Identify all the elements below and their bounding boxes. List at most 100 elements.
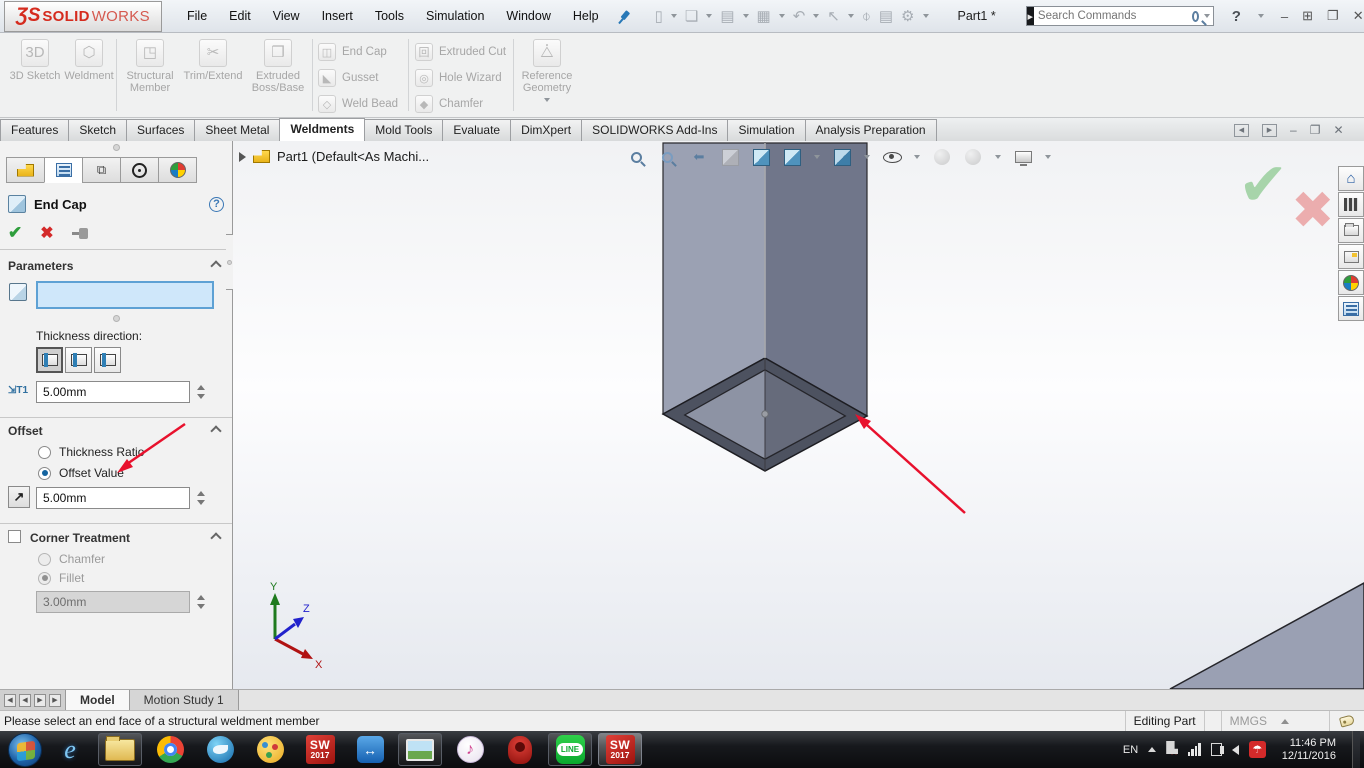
display-manager-tab[interactable]	[158, 157, 197, 183]
confirmation-corner-ok[interactable]: ✔	[1238, 155, 1288, 215]
select-icon[interactable]: ↖	[824, 7, 843, 25]
tab-simulation[interactable]: Simulation	[727, 119, 805, 141]
thickness-ratio-radio[interactable]	[38, 446, 51, 459]
spinner-down-icon[interactable]	[197, 500, 205, 505]
first-tab-icon[interactable]: ◀	[4, 694, 16, 707]
taskbar-internet-explorer[interactable]: e	[48, 733, 92, 766]
doc-minimize-button[interactable]: –	[1290, 123, 1297, 137]
language-indicator[interactable]: EN	[1123, 744, 1138, 756]
show-desktop-button[interactable]	[1352, 731, 1360, 768]
last-tab-icon[interactable]: ▶	[49, 694, 61, 707]
thickness-outward-button[interactable]	[94, 347, 121, 373]
spinner-down-icon[interactable]	[197, 394, 205, 399]
new-document-icon[interactable]: ▯	[652, 7, 666, 25]
maximize-button[interactable]: ⊞	[1302, 8, 1313, 24]
thickness-value-input[interactable]	[36, 381, 190, 403]
part-breadcrumb[interactable]: Part1 (Default<As Machi...	[277, 149, 429, 164]
mouse-gestures-icon[interactable]: ⌽	[859, 8, 874, 25]
corner-treatment-header[interactable]: Corner Treatment	[30, 531, 130, 545]
ribbon-extruded-cut-button[interactable]: 回Extruded Cut	[415, 41, 506, 63]
restore-button[interactable]: ❐	[1327, 8, 1339, 24]
clock[interactable]: 11:46 PM 12/11/2016	[1282, 737, 1336, 763]
tab-analysis-preparation[interactable]: Analysis Preparation	[805, 119, 937, 141]
open-document-icon[interactable]: ❏	[682, 7, 701, 25]
confirmation-corner-cancel[interactable]: ✖	[1291, 185, 1335, 237]
minimize-button[interactable]: –	[1281, 9, 1288, 24]
taskbar-red-app[interactable]	[498, 733, 542, 766]
open-dropdown-icon[interactable]	[706, 14, 712, 18]
offset-value-radio[interactable]	[38, 467, 51, 480]
tab-weldments[interactable]: Weldments	[279, 118, 365, 141]
taskbar-itunes[interactable]: ♪	[448, 733, 492, 766]
search-commands-box[interactable]: ▸	[1026, 6, 1214, 26]
spinner-up-icon[interactable]	[197, 385, 205, 390]
fillet-radio[interactable]	[38, 572, 51, 585]
dimxpert-manager-tab[interactable]	[120, 157, 159, 183]
thickness-both-button[interactable]	[65, 347, 92, 373]
search-scope-icon[interactable]: ▸	[1027, 7, 1034, 25]
view-orientation-button[interactable]	[780, 145, 804, 169]
display-style-button[interactable]	[830, 145, 854, 169]
offset-spinner[interactable]	[194, 487, 208, 509]
face-selection-listbox[interactable]	[36, 281, 214, 309]
ok-button[interactable]: ✔	[8, 223, 22, 243]
cancel-button[interactable]: ✖	[40, 223, 53, 243]
help-icon[interactable]: ?	[209, 197, 224, 212]
pin-menu-icon[interactable]	[615, 8, 632, 25]
device-status-icon[interactable]: ✕	[1166, 741, 1178, 758]
menu-tools[interactable]: Tools	[366, 5, 413, 27]
ribbon-3d-sketch-button[interactable]: 3D 3D Sketch	[6, 39, 64, 82]
undo-dropdown-icon[interactable]	[813, 14, 819, 18]
selection-box-resize-handle[interactable]	[113, 315, 120, 322]
thickness-ratio-label[interactable]: Thickness Ratio	[59, 445, 144, 459]
model-canvas[interactable]: Y X Z	[233, 141, 1364, 689]
collapse-right-icon[interactable]: ▶	[1262, 124, 1277, 137]
tab-sheet-metal[interactable]: Sheet Metal	[194, 119, 280, 141]
tab-sketch[interactable]: Sketch	[68, 119, 127, 141]
ribbon-reference-geometry-button[interactable]: ⧊ Reference Geometry	[518, 39, 576, 102]
menu-file[interactable]: File	[178, 5, 216, 27]
view-selector-button[interactable]	[749, 145, 773, 169]
view-settings-button[interactable]	[1011, 145, 1035, 169]
save-dropdown-icon[interactable]	[743, 14, 749, 18]
ribbon-structural-member-button[interactable]: ◳ Structural Member	[120, 39, 180, 94]
close-button[interactable]: ✕	[1353, 8, 1364, 24]
hide-show-items-button[interactable]	[880, 145, 904, 169]
collapse-left-icon[interactable]: ◀	[1234, 124, 1249, 137]
tab-surfaces[interactable]: Surfaces	[126, 119, 195, 141]
print-dropdown-icon[interactable]	[779, 14, 785, 18]
design-library-button[interactable]	[1338, 192, 1364, 217]
view-settings-dropdown-icon[interactable]	[1045, 155, 1051, 159]
feature-manager-tab[interactable]	[6, 157, 45, 183]
options-gear-icon[interactable]: ⚙	[898, 7, 917, 25]
corner-treatment-checkbox[interactable]	[8, 530, 21, 543]
tag-icon[interactable]	[1339, 714, 1355, 727]
offset-value-label[interactable]: Offset Value	[59, 466, 124, 480]
save-icon[interactable]: ▤	[717, 7, 737, 25]
ribbon-gusset-button[interactable]: ◣Gusset	[318, 67, 378, 89]
tray-expand-icon[interactable]	[1148, 747, 1156, 752]
view-palette-button[interactable]	[1338, 244, 1364, 269]
thickness-inward-button[interactable]	[36, 347, 63, 373]
new-dropdown-icon[interactable]	[671, 14, 677, 18]
ribbon-end-cap-button[interactable]: ◫End Cap	[318, 41, 387, 63]
undo-icon[interactable]: ↶	[790, 7, 809, 25]
help-icon[interactable]: ?	[1232, 8, 1241, 25]
spinner-up-icon[interactable]	[197, 491, 205, 496]
ribbon-weld-bead-button[interactable]: ◇Weld Bead	[318, 93, 398, 115]
options-dropdown-icon[interactable]	[923, 14, 929, 18]
menu-insert[interactable]: Insert	[313, 5, 362, 27]
edit-appearance-button[interactable]	[930, 145, 954, 169]
thickness-spinner[interactable]	[194, 381, 208, 403]
taskbar-photo-viewer[interactable]	[398, 733, 442, 766]
parameters-collapse-chevron-icon[interactable]	[210, 260, 221, 271]
ribbon-hole-wizard-button[interactable]: ◎Hole Wizard	[415, 67, 502, 89]
tab-evaluate[interactable]: Evaluate	[442, 119, 511, 141]
origin-point[interactable]	[762, 411, 768, 417]
keep-visible-pin-icon[interactable]	[72, 232, 87, 235]
search-input[interactable]	[1038, 10, 1192, 22]
zoom-to-fit-button[interactable]	[625, 145, 649, 169]
custom-properties-button[interactable]	[1338, 296, 1364, 321]
menu-simulation[interactable]: Simulation	[417, 5, 493, 27]
configuration-manager-tab[interactable]: ⧉	[82, 157, 121, 183]
